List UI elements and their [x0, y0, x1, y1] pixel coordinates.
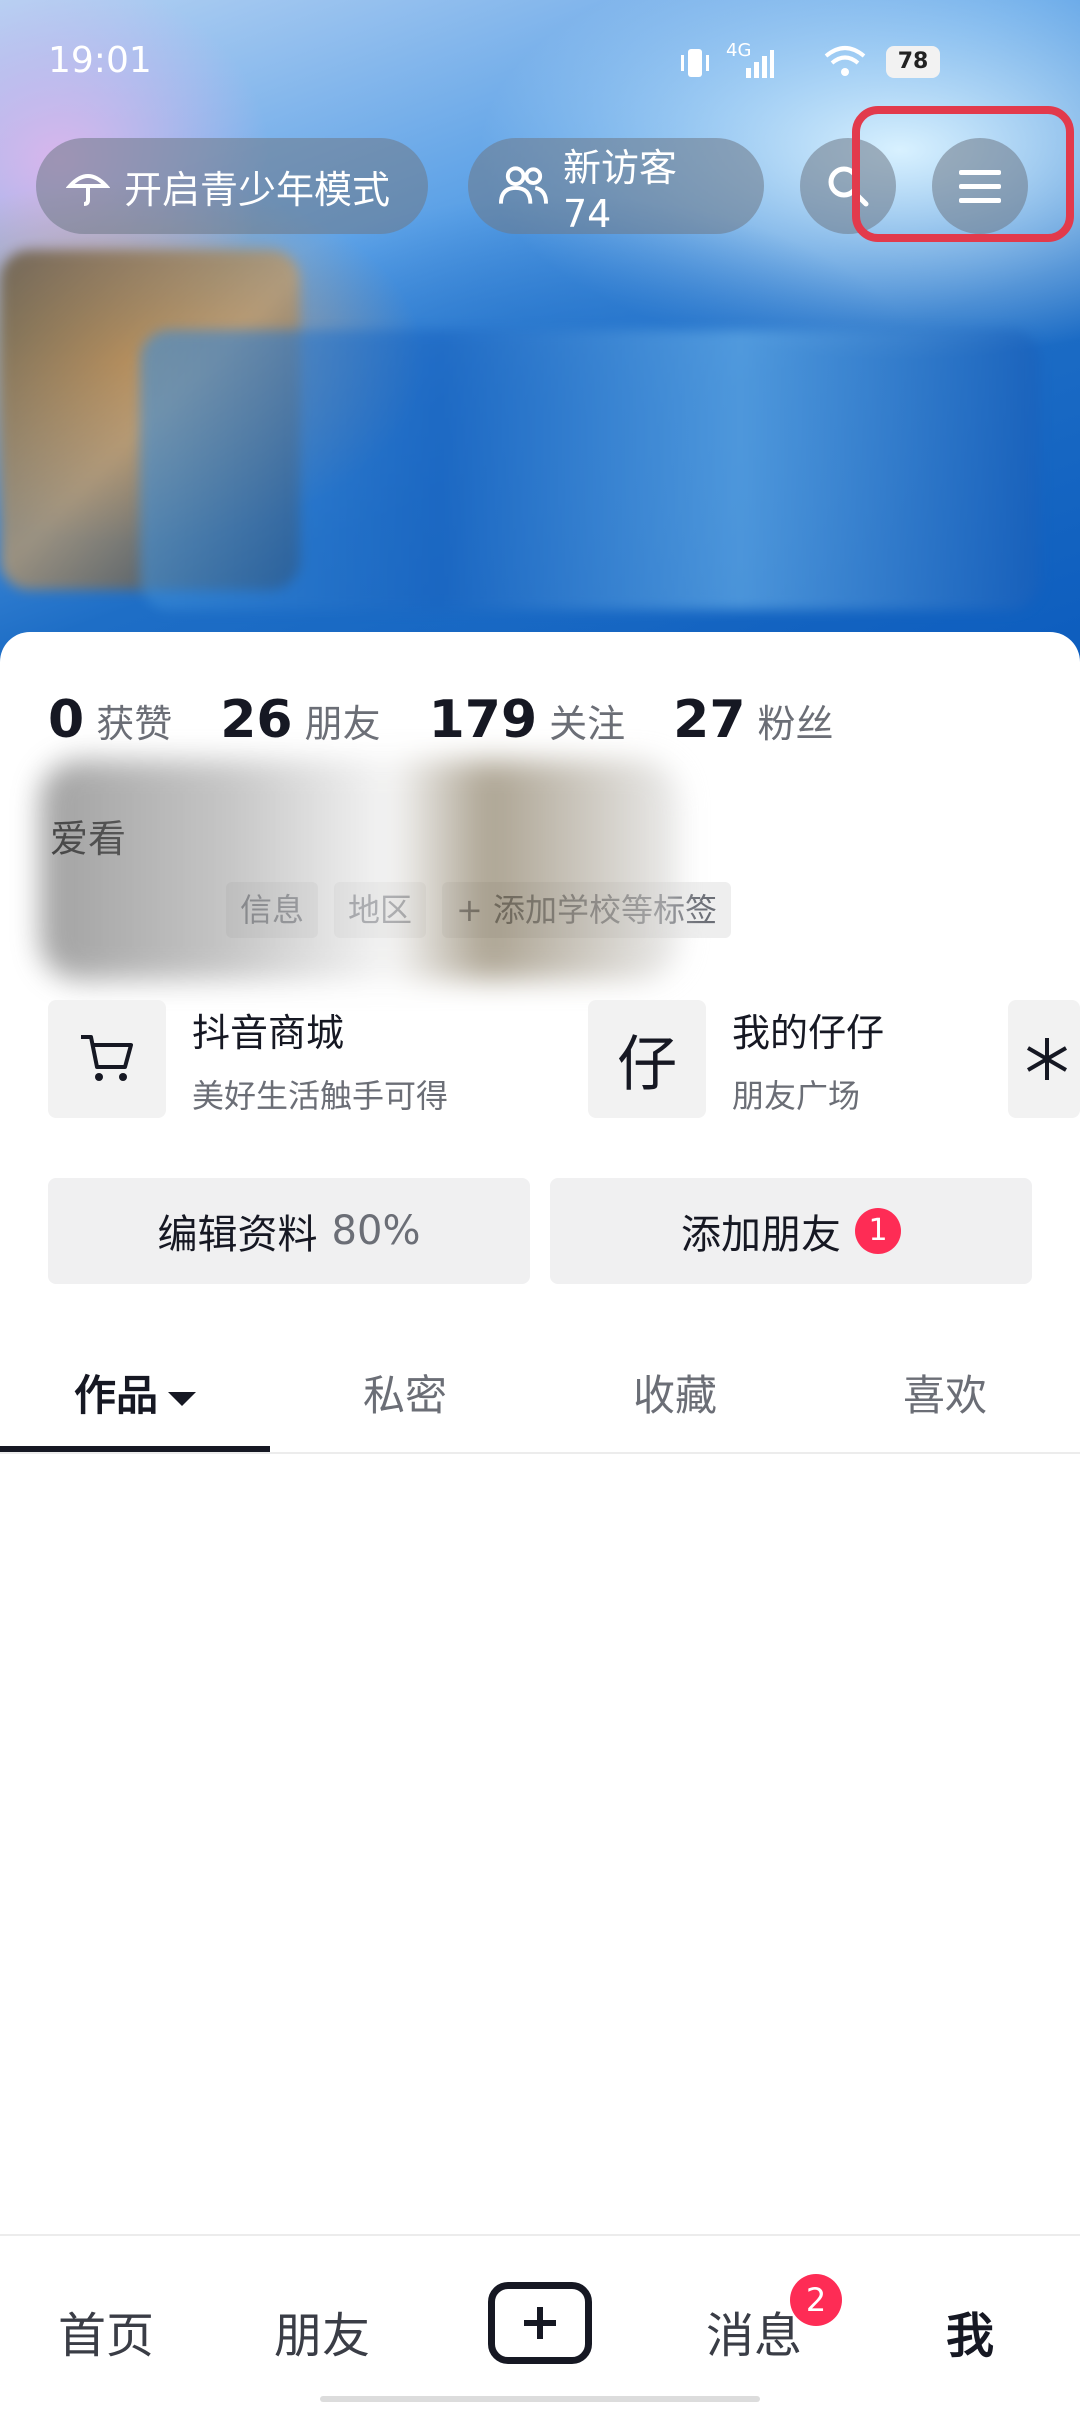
stat-followers[interactable]: 27 粉丝 — [673, 690, 833, 750]
cart-icon — [81, 1035, 133, 1081]
service-my-zaizai[interactable]: 仔 我的仔仔 朋友广场 — [588, 1000, 884, 1118]
new-visitors-label: 新访客 74 — [562, 145, 677, 236]
create-post-button[interactable] — [488, 2282, 592, 2364]
profile-stats: 0 获赞 26 朋友 179 关注 27 粉丝 — [48, 690, 882, 750]
active-tab-indicator — [0, 1446, 270, 1452]
stat-likes[interactable]: 0 获赞 — [48, 690, 172, 750]
service-subtitle: 朋友广场 — [732, 1076, 861, 1115]
plus-icon — [524, 2307, 556, 2339]
edit-profile-label: 编辑资料 — [157, 1212, 318, 1258]
nav-friends[interactable]: 朋友 — [274, 2296, 370, 2366]
stat-value: 26 — [220, 690, 293, 750]
tab-favorites[interactable]: 收藏 — [540, 1356, 810, 1452]
cover-blur-strip — [140, 330, 1040, 610]
status-bar: 19:01 4G 78 — [0, 0, 1080, 120]
status-time: 19:01 — [48, 40, 152, 81]
messages-badge: 2 — [790, 2274, 842, 2326]
service-subtitle: 美好生活触手可得 — [192, 1076, 449, 1115]
people-icon — [498, 166, 549, 204]
tab-private[interactable]: 私密 — [270, 1356, 540, 1452]
sparkle-icon — [1008, 1000, 1080, 1118]
add-friend-label: 添加朋友 — [681, 1212, 841, 1258]
tab-label: 收藏 — [632, 1371, 717, 1420]
battery-indicator: 78 — [886, 46, 940, 78]
stat-value: 0 — [48, 690, 85, 750]
service-douyin-mall[interactable]: 抖音商城 美好生活触手可得 — [48, 1000, 448, 1118]
stat-following[interactable]: 179 关注 — [429, 690, 626, 750]
nav-home[interactable]: 首页 — [58, 2296, 154, 2366]
tab-label: 喜欢 — [902, 1371, 987, 1420]
add-friend-button[interactable]: 添加朋友 1 — [550, 1178, 1032, 1284]
service-title: 抖音商城 — [192, 1010, 345, 1055]
tab-likes[interactable]: 喜欢 — [810, 1356, 1080, 1452]
menu-highlight-annotation — [852, 106, 1074, 242]
stat-label: 朋友 — [304, 702, 381, 746]
service-more[interactable] — [1008, 1000, 1080, 1118]
nav-messages[interactable]: 消息 — [706, 2296, 802, 2366]
stat-label: 关注 — [549, 702, 626, 746]
signal-icon: 4G — [726, 40, 774, 84]
tab-works[interactable]: 作品 — [0, 1356, 270, 1452]
vibrate-icon — [678, 46, 712, 84]
profile-completion-percent: 80% — [331, 1208, 421, 1254]
teen-mode-label: 开启青少年模式 — [124, 167, 391, 212]
service-icon-box — [48, 1000, 166, 1118]
caret-down-icon — [168, 1391, 196, 1406]
umbrella-icon — [66, 174, 110, 206]
new-visitors-button[interactable]: 新访客 74 — [468, 138, 764, 236]
stat-value: 27 — [673, 690, 746, 750]
edit-profile-button[interactable]: 编辑资料 80% — [48, 1178, 530, 1284]
tab-label: 私密 — [362, 1371, 447, 1420]
zaizai-icon: 仔 — [588, 1000, 706, 1118]
signal-type: 4G — [726, 40, 752, 61]
content-tabs: 作品 私密 收藏 喜欢 — [0, 1356, 1080, 1454]
wifi-icon — [824, 44, 866, 82]
stat-value: 179 — [428, 690, 538, 750]
stat-friends[interactable]: 26 朋友 — [220, 690, 380, 750]
bottom-navigation: 首页 朋友 消息 2 我 — [0, 2234, 1080, 2410]
nav-me[interactable]: 我 — [946, 2296, 994, 2366]
service-title: 我的仔仔 — [732, 1010, 885, 1055]
home-indicator — [320, 2396, 760, 2402]
privacy-blur-overlay — [40, 760, 680, 980]
stat-label: 粉丝 — [757, 702, 834, 746]
teen-mode-button[interactable]: 开启青少年模式 — [36, 138, 428, 234]
tab-label: 作品 — [73, 1371, 158, 1420]
add-friend-badge: 1 — [855, 1208, 901, 1254]
stat-label: 获赞 — [96, 702, 173, 746]
